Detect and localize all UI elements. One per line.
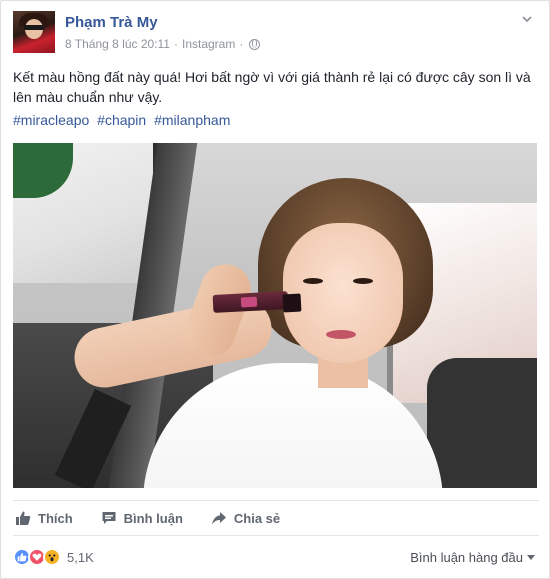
share-button[interactable]: Chia sẻ (211, 510, 280, 526)
like-label: Thích (38, 510, 73, 526)
hashtag-link[interactable]: #milanpham (154, 112, 230, 128)
post-meta: 8 Tháng 8 lúc 20:11 · Instagram · (65, 37, 261, 51)
like-button[interactable]: Thích (15, 510, 73, 526)
post-date[interactable]: 8 Tháng 8 lúc 20:11 (65, 37, 170, 51)
photo-lipstick-cap (282, 293, 302, 313)
photo-lips (326, 330, 356, 339)
comment-sort-label: Bình luận hàng đầu (410, 549, 523, 565)
wow-icon (43, 548, 61, 566)
post-hashtags: #miracleapo #chapin #milanpham (13, 110, 234, 130)
share-label: Chia sẻ (233, 510, 281, 526)
hashtag-link[interactable]: #miracleapo (13, 112, 89, 128)
avatar[interactable] (13, 11, 55, 53)
avatar-glasses (24, 25, 44, 30)
globe-icon[interactable] (249, 38, 261, 50)
photo-eye-left (303, 278, 323, 284)
comment-label: Bình luận (123, 510, 183, 526)
hashtag-link[interactable]: #chapin (97, 112, 146, 128)
post-actions: Thích Bình luận Chia sẻ (13, 500, 539, 536)
post-text: Kết màu hồng đất này quá! Hơi bất ngờ vì… (13, 69, 531, 105)
reactions-bar: 5,1K Bình luận hàng đầu (13, 546, 539, 568)
chevron-down-icon[interactable] (517, 11, 537, 31)
author-name[interactable]: Phạm Trà My (65, 14, 158, 31)
post-source: Instagram (181, 37, 236, 51)
photo-eye-right (353, 278, 373, 284)
photo-right-seat (427, 358, 537, 488)
comment-sort-dropdown[interactable]: Bình luận hàng đầu (410, 550, 535, 565)
post-header: Phạm Trà My 8 Tháng 8 lúc 20:11 · Instag… (13, 11, 539, 57)
reaction-summary[interactable]: 5,1K (13, 548, 94, 566)
post-photo[interactable] (13, 143, 537, 488)
facebook-post: Phạm Trà My 8 Tháng 8 lúc 20:11 · Instag… (0, 0, 550, 579)
thumbs-up-icon (16, 511, 31, 525)
reaction-count[interactable]: 5,1K (67, 550, 94, 565)
comment-button[interactable]: Bình luận (101, 510, 183, 526)
meta-separator: · (173, 37, 178, 51)
photo-face (283, 223, 403, 363)
share-arrow-icon (211, 512, 226, 525)
meta-separator-2: · (239, 37, 244, 51)
comment-icon (102, 512, 116, 524)
caret-down-icon (527, 554, 535, 560)
